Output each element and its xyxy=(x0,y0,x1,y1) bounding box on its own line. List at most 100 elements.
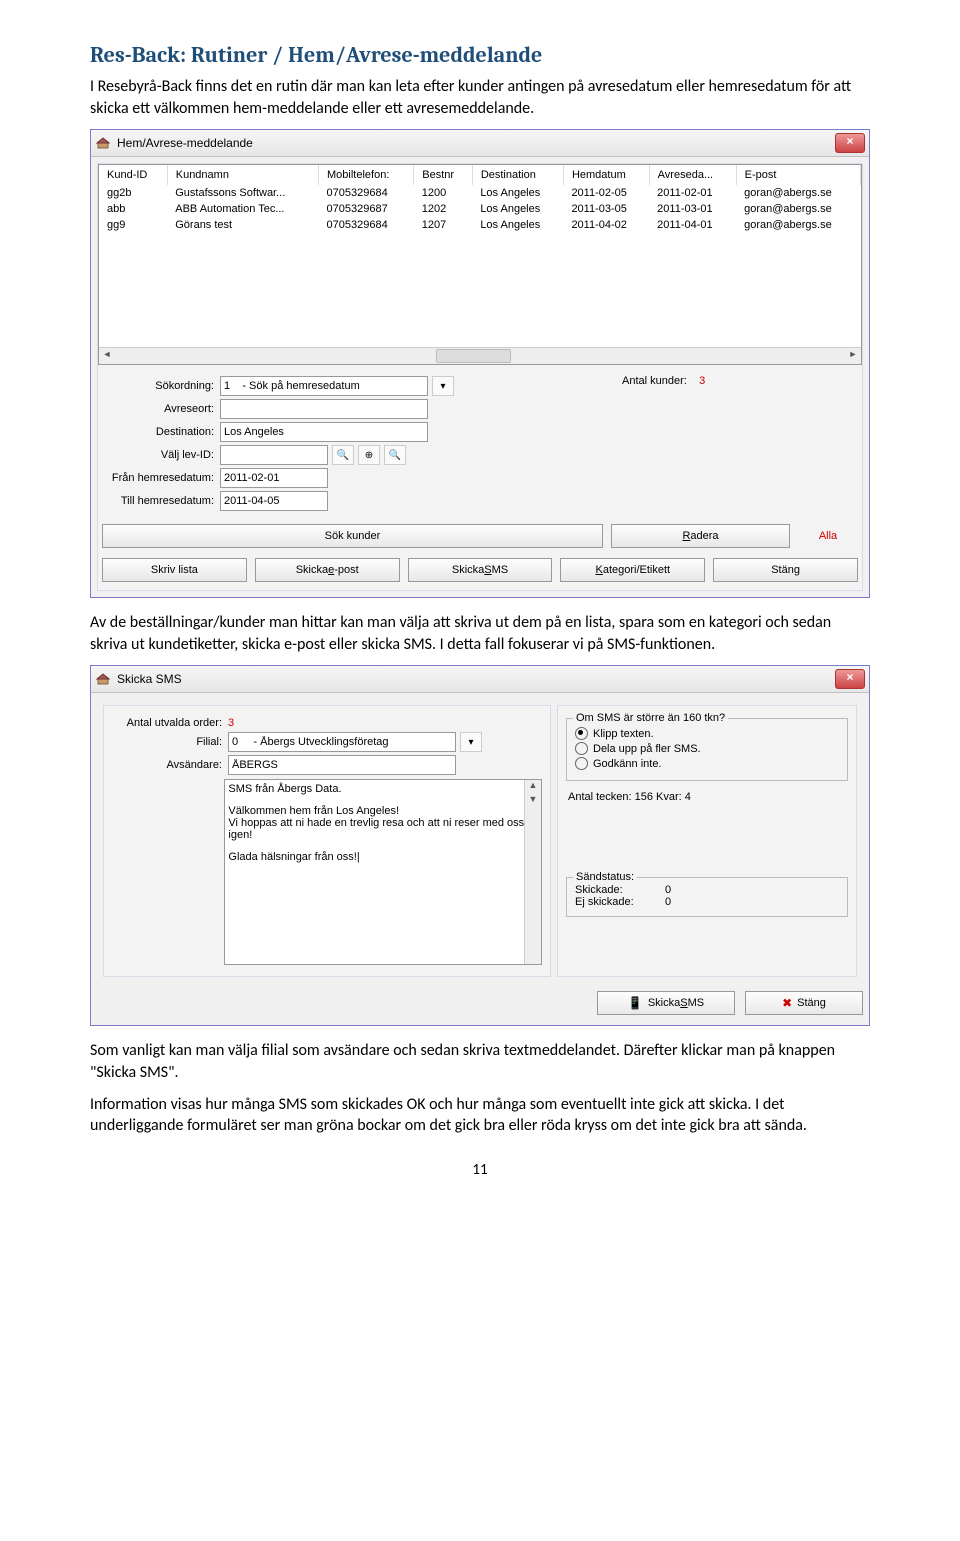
h-scrollbar[interactable]: ◄ ► xyxy=(99,347,861,364)
binoculars2-icon[interactable]: 🔍 xyxy=(384,445,406,465)
sms-textarea[interactable]: SMS från Åbergs Data. Välkommen hem från… xyxy=(224,779,542,965)
radera-button[interactable]: Radera xyxy=(611,524,790,548)
stang-button[interactable]: Stäng xyxy=(713,558,858,582)
sokordning-input[interactable] xyxy=(220,376,428,396)
intro-paragraph: I Resebyrå-Back finns det en rutin där m… xyxy=(90,76,870,119)
table-row[interactable]: abbABB Automation Tec...07053296871202Lo… xyxy=(99,201,861,217)
cell: 2011-02-01 xyxy=(649,185,736,201)
char-count: Antal tecken: 156 Kvar: 4 xyxy=(568,791,846,803)
fran-label: Från hemresedatum: xyxy=(102,472,220,484)
scroll-thumb[interactable] xyxy=(436,349,511,363)
radio-label: Dela upp på fler SMS. xyxy=(593,743,701,755)
groupbox-legend: Om SMS är större än 160 tkn? xyxy=(573,712,728,724)
table-row[interactable]: gg9Görans test07053296841207Los Angeles2… xyxy=(99,217,861,233)
skicka-sms-button[interactable]: Skicka SMS xyxy=(408,558,553,582)
destination-input[interactable] xyxy=(220,422,428,442)
ej-skickade-value: 0 xyxy=(665,896,671,908)
col-kundid[interactable]: Kund-ID xyxy=(99,165,167,185)
alla-link[interactable]: Alla xyxy=(798,524,858,548)
cell: 0705329687 xyxy=(319,201,414,217)
cell: 2011-04-02 xyxy=(563,217,649,233)
cell: 0705329684 xyxy=(319,217,414,233)
avreseort-label: Avreseort: xyxy=(102,403,220,415)
cell: 1202 xyxy=(414,201,473,217)
cell: ABB Automation Tec... xyxy=(167,201,318,217)
dropdown-icon[interactable]: ▾ xyxy=(432,376,454,396)
till-input[interactable] xyxy=(220,491,328,511)
levid-input[interactable] xyxy=(220,445,328,465)
page-title: Res-Back: Rutiner / Hem/Avrese-meddeland… xyxy=(90,42,870,68)
cell: 1207 xyxy=(414,217,473,233)
table-row[interactable]: gg2bGustafssons Softwar...07053296841200… xyxy=(99,185,861,201)
fran-input[interactable] xyxy=(220,468,328,488)
scroll-left-icon[interactable]: ◄ xyxy=(99,349,115,363)
antal-kunder-value: 3 xyxy=(699,375,705,387)
stang-button[interactable]: ✖Stäng xyxy=(745,991,863,1015)
scroll-right-icon[interactable]: ► xyxy=(845,349,861,363)
col-avreseda[interactable]: Avreseda... xyxy=(649,165,736,185)
cell: 2011-04-01 xyxy=(649,217,736,233)
close-icon[interactable]: × xyxy=(835,133,865,153)
filial-label: Filial: xyxy=(112,736,228,748)
avsandare-input[interactable] xyxy=(228,755,456,775)
cell: gg2b xyxy=(99,185,167,201)
cell: Los Angeles xyxy=(472,185,563,201)
antal-utvalda-label: Antal utvalda order: xyxy=(112,717,228,729)
filial-input[interactable] xyxy=(228,732,456,752)
cell: 2011-02-05 xyxy=(563,185,649,201)
cell: goran@abergs.se xyxy=(736,201,860,217)
skickade-value: 0 xyxy=(665,884,671,896)
radio-klipp[interactable]: Klipp texten. xyxy=(575,727,839,740)
close-icon[interactable]: × xyxy=(835,669,865,689)
cell: Gustafssons Softwar... xyxy=(167,185,318,201)
paragraph-4: Information visas hur många SMS som skic… xyxy=(90,1094,870,1137)
cell: goran@abergs.se xyxy=(736,185,860,201)
cell: 1200 xyxy=(414,185,473,201)
window-title: Hem/Avrese-meddelande xyxy=(117,136,835,150)
dropdown-icon[interactable]: ▾ xyxy=(460,732,482,752)
col-kundnamn[interactable]: Kundnamn xyxy=(167,165,318,185)
destination-label: Destination: xyxy=(102,426,220,438)
col-hemdatum[interactable]: Hemdatum xyxy=(563,165,649,185)
results-grid[interactable]: Kund-ID Kundnamn Mobiltelefon: Bestnr De… xyxy=(98,164,862,365)
mid-paragraph: Av de beställningar/kunder man hittar ka… xyxy=(90,612,870,655)
col-bestnr[interactable]: Bestnr xyxy=(414,165,473,185)
window-skicka-sms: Skicka SMS × Antal utvalda order: 3 Fili… xyxy=(90,665,870,1026)
col-mobil[interactable]: Mobiltelefon: xyxy=(319,165,414,185)
levid-label: Välj lev-ID: xyxy=(102,449,220,461)
sms-line: Välkommen hem från Los Angeles! xyxy=(228,805,538,817)
app-icon xyxy=(95,135,111,151)
skriv-lista-button[interactable]: Skriv lista xyxy=(102,558,247,582)
cell: Los Angeles xyxy=(472,201,563,217)
sms-size-groupbox: Om SMS är större än 160 tkn? Klipp texte… xyxy=(566,718,848,781)
antal-utvalda-value: 3 xyxy=(228,717,234,729)
titlebar[interactable]: Hem/Avrese-meddelande × xyxy=(91,130,869,157)
radio-label: Klipp texten. xyxy=(593,728,654,740)
avreseort-input[interactable] xyxy=(220,399,428,419)
cell: 0705329684 xyxy=(319,185,414,201)
page-number: 11 xyxy=(90,1161,870,1179)
binoculars-icon[interactable]: 🔍 xyxy=(332,445,354,465)
magnify-icon[interactable]: ⊕ xyxy=(358,445,380,465)
col-epost[interactable]: E-post xyxy=(736,165,860,185)
stang-label: Stäng xyxy=(797,997,826,1009)
cell: gg9 xyxy=(99,217,167,233)
phone-icon: 📱 xyxy=(628,996,643,1010)
radio-label: Godkänn inte. xyxy=(593,758,662,770)
skicka-sms-button[interactable]: 📱Skicka SMS xyxy=(597,991,735,1015)
v-scrollbar[interactable]: ▲▼ xyxy=(524,780,541,964)
cell: 2011-03-01 xyxy=(649,201,736,217)
cell: Görans test xyxy=(167,217,318,233)
radio-godkann[interactable]: Godkänn inte. xyxy=(575,757,839,770)
kategori-button[interactable]: Kategori/Etikett xyxy=(560,558,705,582)
titlebar[interactable]: Skicka SMS × xyxy=(91,666,869,693)
cell: abb xyxy=(99,201,167,217)
app-icon xyxy=(95,671,111,687)
antal-kunder-label: Antal kunder: xyxy=(622,375,687,387)
radio-dela[interactable]: Dela upp på fler SMS. xyxy=(575,742,839,755)
skicka-epost-button[interactable]: Skicka e-post xyxy=(255,558,400,582)
avsandare-label: Avsändare: xyxy=(112,759,228,771)
table-header-row: Kund-ID Kundnamn Mobiltelefon: Bestnr De… xyxy=(99,165,861,185)
sok-kunder-button[interactable]: Sök kunder xyxy=(102,524,603,548)
col-destination[interactable]: Destination xyxy=(472,165,563,185)
